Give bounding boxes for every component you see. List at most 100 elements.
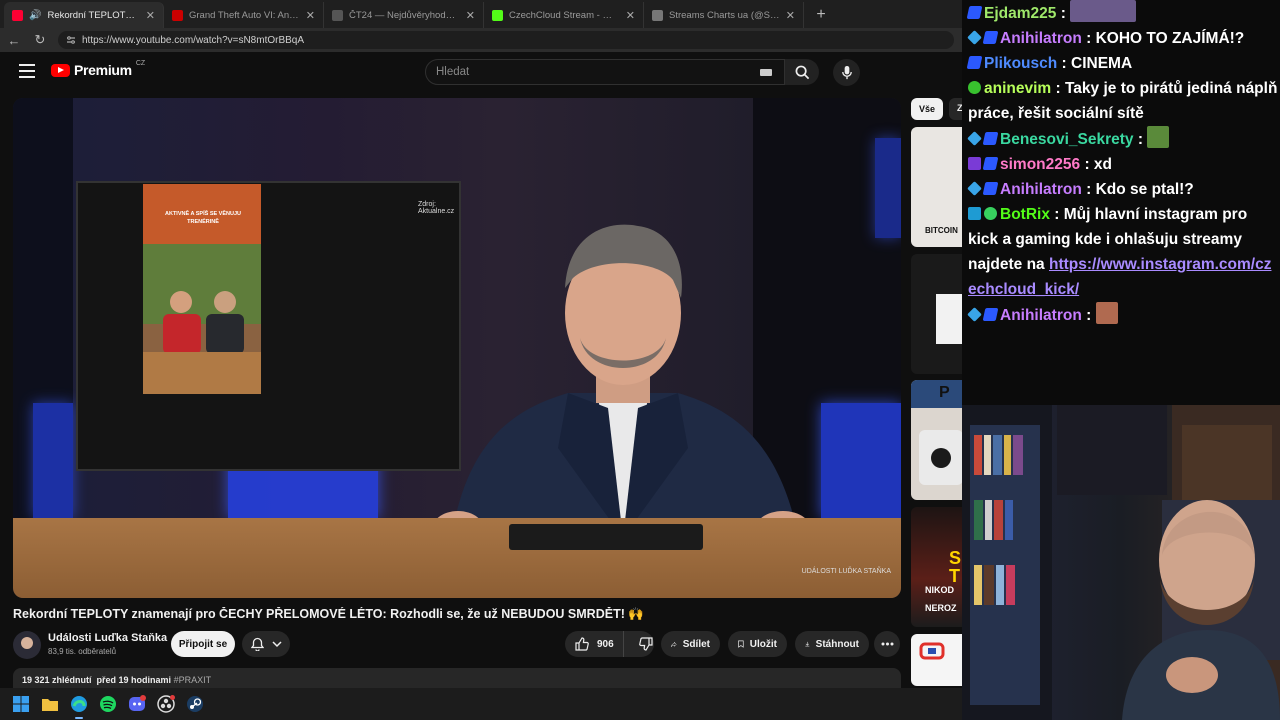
chat-separator: : bbox=[1080, 156, 1094, 173]
more-actions-button[interactable] bbox=[874, 631, 900, 657]
browser-tab[interactable]: ČT24 — Nejdůvěryhodnější zprav ✕ bbox=[324, 2, 484, 28]
download-button[interactable]: Stáhnout bbox=[795, 631, 869, 657]
chat-message: Anihilatron : KOHO TO ZAJÍMÁ!? bbox=[967, 26, 1280, 51]
desk bbox=[13, 518, 901, 598]
windows-start-icon[interactable] bbox=[11, 694, 31, 714]
new-tab-button[interactable]: + bbox=[810, 4, 832, 26]
logo-country-code: CZ bbox=[135, 59, 146, 67]
spotify-icon[interactable] bbox=[98, 694, 118, 714]
chat-message: Anihilatron : bbox=[967, 302, 1280, 328]
cyan-badge-icon bbox=[967, 30, 982, 45]
blue-badge-icon bbox=[982, 182, 999, 195]
chat-username[interactable]: Anihilatron bbox=[1000, 307, 1082, 324]
green-badge-icon bbox=[968, 81, 981, 94]
tv-caption-text: AKTIVNĚ A SPÍŠ SE VĚNUJU TRENÉRINĚ bbox=[165, 211, 241, 225]
url-field[interactable]: https://www.youtube.com/watch?v=sN8mtOrB… bbox=[58, 31, 954, 49]
channel-avatar[interactable] bbox=[13, 631, 41, 659]
browser-tab[interactable]: Streams Charts ua (@StreamsCha ✕ bbox=[644, 2, 804, 28]
chat-username[interactable]: simon2256 bbox=[1000, 156, 1080, 173]
save-button[interactable]: Uložit bbox=[728, 631, 787, 657]
back-arrow-icon[interactable]: ← bbox=[6, 33, 22, 48]
kick-favicon-icon bbox=[492, 9, 503, 21]
microphone-icon bbox=[841, 65, 852, 80]
chat-username[interactable]: BotRix bbox=[1000, 206, 1050, 223]
like-dislike-group: 906 bbox=[565, 631, 654, 657]
channel-name[interactable]: Události Luďka Staňka bbox=[48, 632, 167, 644]
hashtag-link[interactable]: #PRAXIT bbox=[174, 675, 212, 685]
blue-badge-icon bbox=[982, 132, 999, 145]
search-input[interactable] bbox=[436, 66, 756, 78]
youtube-header: Premium CZ bbox=[0, 52, 962, 94]
stream-chat: Ejdam225 : Anihilatron : KOHO TO ZAJÍMÁ!… bbox=[962, 0, 1280, 405]
browser-tab[interactable]: CzechCloud Stream - Watch Live o ✕ bbox=[484, 2, 644, 28]
more-horizontal-icon bbox=[881, 642, 893, 646]
download-icon bbox=[805, 641, 810, 647]
chat-username[interactable]: Benesovi_Sekrety bbox=[1000, 131, 1134, 148]
site-info-icon[interactable] bbox=[66, 35, 76, 45]
close-tab-icon[interactable]: ✕ bbox=[786, 9, 795, 22]
search-icon bbox=[795, 65, 809, 79]
webcam-image bbox=[962, 405, 1280, 720]
chat-username[interactable]: Plikousch bbox=[984, 55, 1057, 72]
check-badge-icon bbox=[968, 207, 981, 220]
save-label: Uložit bbox=[749, 638, 777, 650]
chat-username[interactable]: aninevim bbox=[984, 80, 1051, 97]
bookmark-icon bbox=[738, 640, 744, 648]
keyboard-icon[interactable] bbox=[760, 69, 772, 76]
chat-emote-icon bbox=[1095, 302, 1118, 324]
close-tab-icon[interactable]: ✕ bbox=[306, 9, 315, 22]
obs-studio-icon[interactable] bbox=[156, 694, 176, 714]
chat-username[interactable]: Anihilatron bbox=[1000, 30, 1082, 47]
video-player[interactable]: Zdroj: Aktualne.cz AKTIVNĚ A SPÍŠ SE VĚN… bbox=[13, 98, 901, 598]
x-favicon-icon bbox=[652, 9, 663, 21]
chat-separator: : bbox=[1133, 131, 1148, 148]
share-label: Sdílet bbox=[682, 638, 710, 650]
tab-title: ČT24 — Nejdůvěryhodnější zprav bbox=[349, 9, 460, 21]
chat-message: Ejdam225 : bbox=[966, 0, 1280, 26]
chat-separator: : bbox=[1056, 5, 1071, 22]
share-button[interactable]: Sdílet bbox=[661, 631, 720, 657]
like-button[interactable]: 906 bbox=[565, 631, 624, 657]
file-explorer-icon[interactable] bbox=[40, 694, 60, 714]
description-box[interactable]: 19 321 zhlédnutí před 19 hodinami #PRAXI… bbox=[13, 668, 901, 688]
neon-light bbox=[875, 138, 901, 238]
close-tab-icon[interactable]: ✕ bbox=[146, 9, 155, 22]
search-box bbox=[425, 59, 785, 85]
reload-icon[interactable]: ↻ bbox=[32, 32, 48, 48]
presenter-figure bbox=[430, 224, 813, 568]
tab-title: Streams Charts ua (@StreamsCha bbox=[669, 9, 780, 21]
chat-username[interactable]: Anihilatron bbox=[1000, 181, 1082, 198]
hamburger-menu-icon[interactable] bbox=[19, 64, 35, 78]
notification-bell-button[interactable] bbox=[242, 631, 290, 657]
thumbnail-label: NIKOD bbox=[925, 585, 954, 595]
search-button[interactable] bbox=[785, 59, 819, 85]
edge-browser-icon[interactable] bbox=[69, 694, 89, 719]
steam-icon[interactable] bbox=[185, 694, 205, 714]
screen: 🔊 Rekordní TEPLOTY znamenají ✕ Grand The… bbox=[0, 0, 1280, 720]
ct24-favicon-icon bbox=[332, 9, 343, 21]
voice-search-button[interactable] bbox=[833, 59, 860, 86]
download-label: Stáhnout bbox=[815, 638, 859, 650]
discord-icon[interactable] bbox=[127, 694, 147, 714]
close-tab-icon[interactable]: ✕ bbox=[466, 9, 475, 22]
chevron-down-icon bbox=[271, 640, 282, 647]
dislike-button[interactable] bbox=[630, 631, 662, 657]
like-count: 906 bbox=[597, 638, 614, 650]
speaker-icon[interactable]: 🔊 bbox=[29, 10, 41, 21]
chat-separator: : bbox=[1051, 80, 1065, 97]
streamer-webcam bbox=[962, 405, 1280, 720]
cyan-badge-icon bbox=[967, 181, 982, 196]
chat-text: CINEMA bbox=[1071, 55, 1133, 72]
tab-title: Grand Theft Auto VI: An Extended bbox=[189, 9, 300, 21]
close-tab-icon[interactable]: ✕ bbox=[626, 9, 635, 22]
browser-tab[interactable]: Grand Theft Auto VI: An Extended ✕ bbox=[164, 2, 324, 28]
chat-separator: : bbox=[1057, 55, 1071, 72]
join-button[interactable]: Připojit se bbox=[171, 631, 235, 657]
chip-all[interactable]: Vše bbox=[911, 98, 943, 120]
youtube-premium-logo[interactable]: Premium CZ bbox=[51, 59, 146, 78]
chat-username[interactable]: Ejdam225 bbox=[984, 5, 1056, 22]
chat-message: Benesovi_Sekrety : bbox=[967, 126, 1280, 152]
thumbnail-label: NEROZ bbox=[925, 603, 957, 613]
browser-tab[interactable]: 🔊 Rekordní TEPLOTY znamenají ✕ bbox=[4, 2, 164, 28]
purple-badge-icon bbox=[968, 157, 981, 170]
